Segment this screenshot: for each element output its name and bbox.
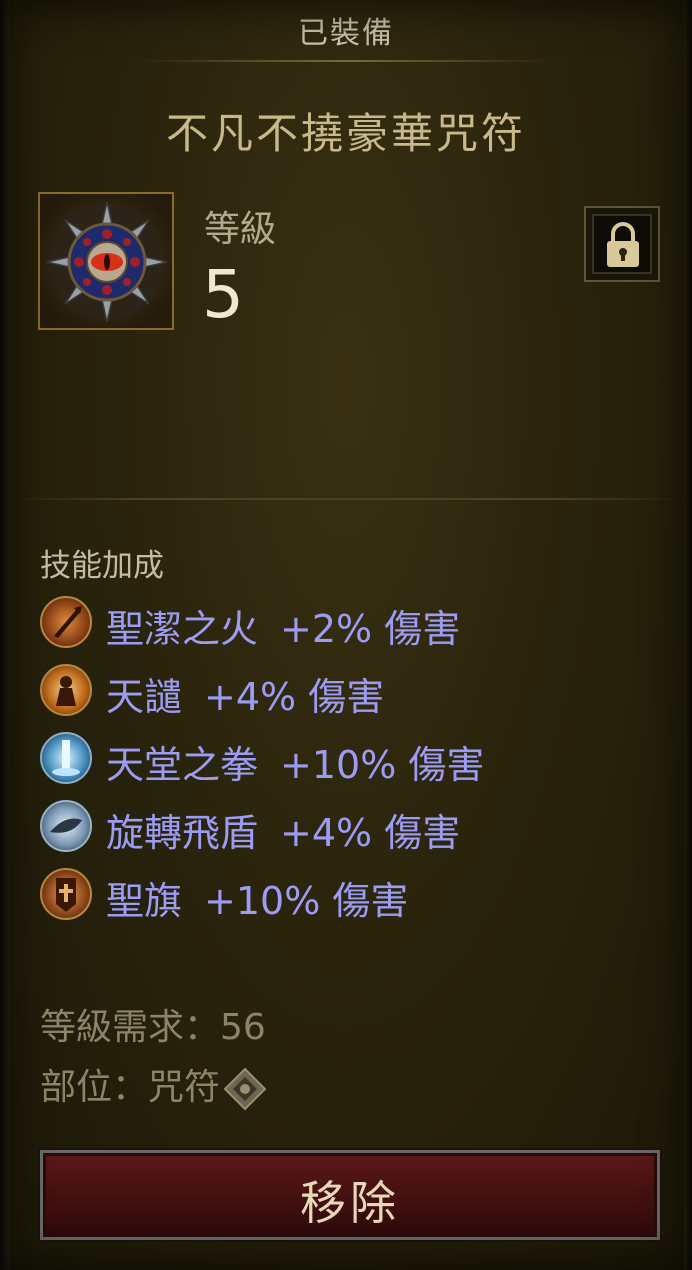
left-border bbox=[0, 0, 10, 1270]
equipped-status: 已裝備 bbox=[298, 16, 394, 51]
skill-bonus-title: 技能加成 bbox=[40, 548, 164, 584]
skill-row-banner: 聖旗 +10% 傷害 bbox=[40, 868, 660, 924]
skill-bonus: +4% 傷害 bbox=[204, 675, 385, 719]
fist-of-heavens-icon bbox=[40, 732, 92, 784]
skill-name: 天堂之拳 bbox=[106, 743, 259, 787]
skill-row-fist-of-heavens: 天堂之拳 +10% 傷害 bbox=[40, 732, 660, 788]
spinning-shield-icon bbox=[40, 800, 92, 852]
skill-row-wrath: 天譴 +4% 傷害 bbox=[40, 664, 660, 720]
level-requirement: 等級需求：56 bbox=[40, 1007, 266, 1048]
skill-bonus: +2% 傷害 bbox=[280, 607, 461, 651]
amulet-icon bbox=[46, 201, 168, 323]
wrath-icon bbox=[40, 664, 92, 716]
slot-label: 部位：咒符 bbox=[40, 1067, 221, 1108]
banner-icon bbox=[40, 868, 92, 920]
header-divider bbox=[140, 60, 552, 62]
skill-bonus: +10% 傷害 bbox=[204, 879, 409, 923]
item-icon-frame[interactable] bbox=[38, 192, 174, 330]
skill-name: 天譴 bbox=[106, 675, 183, 719]
level-label: 等級 bbox=[204, 209, 277, 250]
skill-name: 旋轉飛盾 bbox=[106, 811, 259, 855]
holy-fire-icon bbox=[40, 596, 92, 648]
level-value: 5 bbox=[202, 256, 244, 333]
lock-button[interactable] bbox=[584, 206, 660, 282]
lock-icon bbox=[607, 222, 639, 267]
amulet-slot-icon bbox=[223, 1067, 267, 1111]
skill-bonus: +4% 傷害 bbox=[280, 811, 461, 855]
remove-button[interactable]: 移除 bbox=[40, 1150, 660, 1240]
skill-text: 旋轉飛盾 +4% 傷害 bbox=[106, 802, 460, 857]
skill-text: 聖旗 +10% 傷害 bbox=[106, 870, 408, 925]
skill-bonus: +10% 傷害 bbox=[280, 743, 485, 787]
skill-row-holy-fire: 聖潔之火 +2% 傷害 bbox=[40, 596, 660, 652]
right-border bbox=[684, 0, 692, 1270]
remove-button-label: 移除 bbox=[300, 1176, 400, 1230]
skill-text: 天堂之拳 +10% 傷害 bbox=[106, 734, 484, 789]
slot-row: 部位：咒符 bbox=[40, 1058, 268, 1112]
skill-row-spinning-shield: 旋轉飛盾 +4% 傷害 bbox=[40, 800, 660, 856]
section-divider bbox=[10, 498, 684, 500]
skill-text: 聖潔之火 +2% 傷害 bbox=[106, 598, 460, 653]
skill-text: 天譴 +4% 傷害 bbox=[106, 666, 384, 721]
skill-name: 聖旗 bbox=[106, 879, 183, 923]
item-name: 不凡不撓豪華咒符 bbox=[165, 109, 526, 158]
skill-name: 聖潔之火 bbox=[106, 607, 259, 651]
